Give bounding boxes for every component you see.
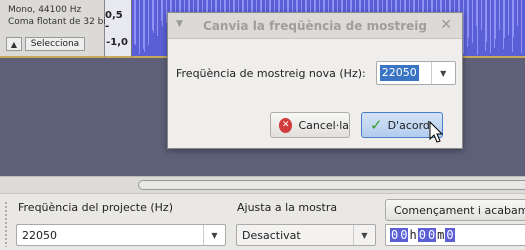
waveform-line: [463, 0, 464, 54]
vertical-ruler: 0,5 - -1,0: [105, 0, 132, 58]
project-rate-label: Freqüència del projecte (Hz): [18, 201, 173, 214]
dialog-titlebar[interactable]: ▼ Canvia la freqüència de mostreig ✕: [168, 13, 462, 39]
new-rate-label: Freqüència de mostreig nova (Hz):: [176, 66, 366, 80]
window-menu-icon[interactable]: ▼: [176, 19, 183, 29]
time-unit: m: [437, 228, 445, 242]
time-digit[interactable]: 0: [426, 228, 437, 242]
snap-to-combobox[interactable]: Desactivat ▼: [236, 224, 376, 246]
ruler-tick-top: 0,5 -: [105, 10, 123, 32]
checkmark-icon: ✓: [370, 116, 383, 134]
close-icon[interactable]: ✕: [440, 17, 452, 33]
collapse-track-button[interactable]: ▲: [6, 37, 22, 51]
waveform-line: [508, 0, 509, 35]
track-control-panel: Mono, 44100 Hz Coma flotant de 32 bits ▲…: [0, 0, 114, 58]
waveform-line: [486, 0, 487, 42]
time-digit[interactable]: 0: [399, 228, 409, 242]
new-rate-value[interactable]: 22050: [379, 65, 419, 81]
waveform-line: [148, 0, 149, 45]
selection-start-time[interactable]: 0 0 h 0 0 m 0: [385, 224, 525, 246]
toolbar-grip[interactable]: [4, 201, 8, 247]
track-format: Mono, 44100 Hz: [8, 5, 82, 15]
triangle-up-icon: ▲: [10, 39, 18, 49]
new-rate-combobox[interactable]: 22050 ▼: [375, 61, 456, 85]
track-info: Mono, 44100 Hz Coma flotant de 32 bits: [8, 4, 114, 28]
ruler-tick-bottom: -1,0: [106, 37, 128, 48]
time-digit[interactable]: 0: [417, 228, 427, 242]
waveform-line: [153, 0, 154, 33]
waveform-line: [477, 0, 478, 55]
time-digit[interactable]: 0: [390, 228, 400, 242]
cancel-label: Cancel·la: [298, 118, 349, 132]
waveform-line: [504, 0, 505, 38]
time-digit[interactable]: 0: [445, 228, 455, 242]
mouse-pointer-icon: [429, 121, 444, 143]
track-bottom-controls: ▲ Selecciona: [6, 37, 85, 51]
time-unit: h: [409, 228, 417, 242]
rate-row: Freqüència de mostreig nova (Hz): 22050 …: [176, 61, 456, 85]
waveform-line: [517, 0, 518, 26]
change-sample-rate-dialog: ▼ Canvia la freqüència de mostreig ✕ Fre…: [167, 12, 463, 149]
waveform-line: [495, 0, 496, 39]
waveform-line: [139, 0, 140, 54]
waveform-line: [472, 0, 473, 43]
horizontal-scrollbar[interactable]: [138, 180, 525, 190]
waveform-line: [135, 0, 136, 45]
horizontal-scroll-area: [0, 176, 525, 193]
project-rate-value: 22050: [22, 228, 57, 242]
waveform-line: [144, 0, 145, 52]
selection-toolbar: Freqüència del projecte (Hz) 22050 ▼ Aju…: [0, 193, 525, 250]
waveform-line: [481, 0, 482, 30]
snap-to-value: Desactivat: [242, 228, 301, 242]
track-sample-format: Coma flotant de 32 bits: [8, 17, 115, 27]
snap-to-label: Ajusta a la mostra: [237, 201, 338, 214]
start-end-selector[interactable]: Començament i acabament: [385, 199, 525, 221]
dialog-title: Canvia la freqüència de mostreig: [203, 18, 427, 33]
waveform-line: [513, 0, 514, 37]
waveform-line: [157, 0, 158, 36]
project-rate-combobox[interactable]: 22050 ▼: [16, 224, 226, 246]
cancel-button[interactable]: ✕ Cancel·la: [270, 112, 350, 138]
chevron-down-icon[interactable]: ▼: [353, 225, 375, 245]
waveform-line: [162, 0, 163, 26]
waveform-line: [499, 0, 500, 30]
waveform-line: [521, 0, 522, 53]
cancel-icon: ✕: [279, 117, 293, 133]
ok-label: D'acord: [387, 118, 430, 132]
waveform-line: [490, 0, 491, 53]
start-end-label: Començament i acabament: [394, 203, 525, 217]
chevron-down-icon[interactable]: ▼: [203, 225, 225, 245]
chevron-down-icon[interactable]: ▼: [430, 62, 455, 84]
waveform-line: [468, 0, 469, 38]
select-track-button[interactable]: Selecciona: [25, 37, 85, 51]
